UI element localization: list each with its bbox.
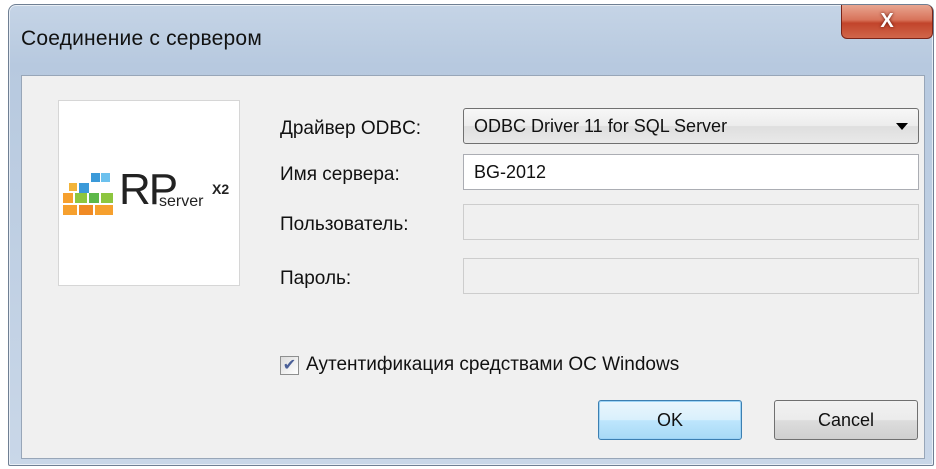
cancel-button-label: Cancel [817, 409, 875, 430]
close-icon: X [880, 10, 894, 32]
dialog-body: RP server X2 Драйвер ODBC: ODBC Driver 1… [21, 75, 925, 459]
user-input[interactable] [463, 204, 919, 240]
driver-select-value: ODBC Driver 11 for SQL Server [474, 116, 728, 136]
window-title: Соединение с сервером [21, 27, 262, 50]
chevron-down-icon [896, 123, 908, 130]
logo-x2-text: X2 [212, 181, 230, 197]
title-bar[interactable]: Соединение с сервером X [9, 5, 933, 75]
server-label: Имя сервера: [280, 164, 400, 185]
server-input-value: BG-2012 [474, 162, 547, 182]
rpserver-logo: RP server X2 [58, 100, 240, 286]
ok-button-label: OK [656, 409, 683, 430]
driver-label: Драйвер ODBC: [280, 118, 422, 139]
connection-dialog: Соединение с сервером X RP server X2 Дра… [8, 4, 934, 466]
checkmark-icon: ✔ [282, 357, 297, 374]
ok-button[interactable]: OK [598, 400, 742, 440]
close-button[interactable]: X [841, 5, 933, 39]
windows-auth-checkbox[interactable]: ✔ [280, 356, 299, 375]
password-label: Пароль: [280, 268, 352, 289]
logo-server-text: server [159, 193, 204, 210]
server-input[interactable]: BG-2012 [463, 154, 919, 190]
driver-select[interactable]: ODBC Driver 11 for SQL Server [463, 108, 919, 144]
cancel-button[interactable]: Cancel [774, 400, 918, 440]
password-input[interactable] [463, 258, 919, 294]
user-label: Пользователь: [280, 214, 409, 235]
logo-cubes-icon [63, 173, 113, 215]
windows-auth-label[interactable]: Аутентификация средствами ОС Windows [306, 354, 679, 376]
